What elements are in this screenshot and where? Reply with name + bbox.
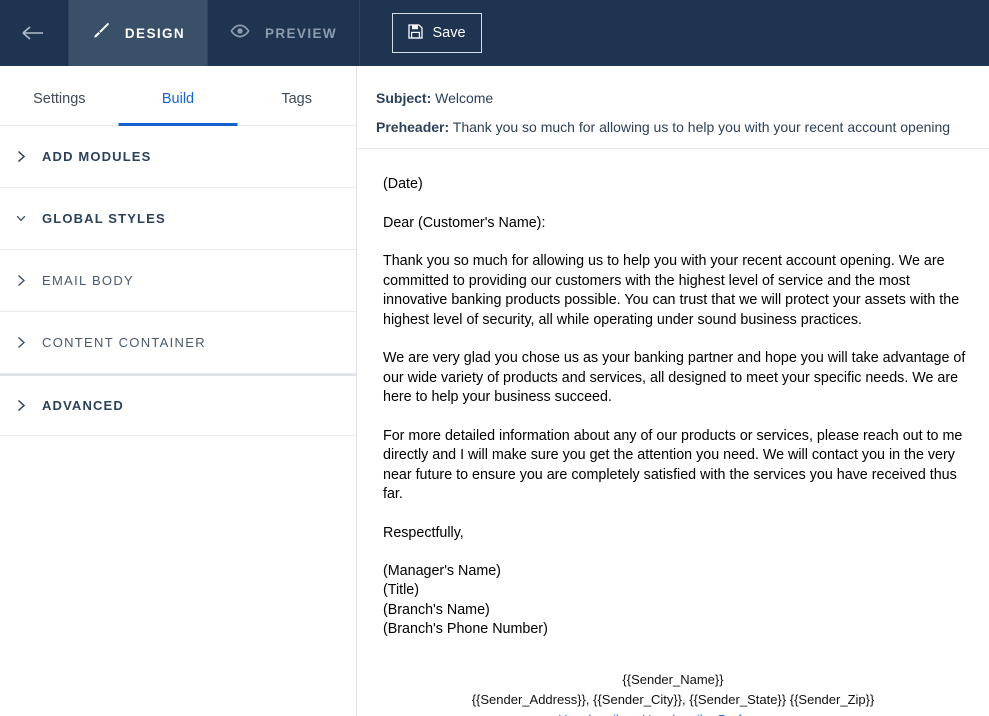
sidebar-tab-tags[interactable]: Tags	[237, 66, 356, 125]
email-paragraph-2: We are very glad you chose us as your ba…	[383, 350, 966, 405]
accordion-add-modules[interactable]: ADD MODULES	[0, 126, 356, 188]
paintbrush-icon	[91, 21, 110, 45]
email-meta: Subject: Welcome Preheader: Thank you so…	[357, 66, 989, 149]
signature-name: (Manager's Name)	[383, 563, 501, 579]
sidebar-tab-build[interactable]: Build	[119, 66, 238, 125]
email-date: (Date)	[383, 176, 423, 192]
sidebar-tab-bar: Settings Build Tags	[0, 66, 356, 126]
accordion-advanced[interactable]: ADVANCED	[0, 374, 356, 436]
builder-sidebar: Settings Build Tags ADD MODULES GLOBAL S…	[0, 66, 357, 716]
subject-label: Subject:	[376, 90, 432, 106]
chevron-right-icon	[16, 336, 26, 349]
accordion-global-styles[interactable]: GLOBAL STYLES	[0, 188, 356, 250]
design-mode-tab[interactable]: DESIGN	[68, 0, 208, 66]
email-paragraph-1: Thank you so much for allowing us to hel…	[383, 253, 960, 328]
email-salutation: Dear (Customer's Name):	[383, 214, 546, 231]
signature-title: (Title)	[383, 582, 420, 599]
design-mode-label: DESIGN	[124, 25, 186, 41]
preheader-label: Preheader:	[376, 119, 450, 135]
unsubscribe-preferences-link[interactable]: Unsubscribe Preferences	[642, 712, 788, 716]
preheader-value[interactable]: Thank you so much for allowing us to hel…	[453, 119, 950, 135]
email-closing: Respectfully,	[383, 524, 464, 541]
accordion-content-container-label: CONTENT CONTAINER	[42, 335, 206, 350]
sidebar-tab-settings[interactable]: Settings	[0, 66, 119, 125]
signature-phone: (Branch's Phone Number)	[383, 620, 548, 637]
app-header: DESIGN PREVIEW Save	[0, 0, 989, 66]
footer-sender-name: {{Sender_Name}}	[622, 672, 724, 688]
footer-sender-address: {{Sender_Address}}, {{Sender_City}}, {{S…	[471, 692, 875, 708]
subject-value[interactable]: Welcome	[435, 90, 493, 106]
email-paragraph-3: For more detailed information about any …	[383, 427, 963, 503]
footer-link-separator: -	[634, 712, 638, 716]
email-footer: {{Sender_Name}} {{Sender_Address}}, {{Se…	[383, 670, 977, 716]
eye-icon	[230, 24, 250, 43]
chevron-right-icon	[16, 399, 26, 412]
save-button-label: Save	[432, 25, 466, 41]
preheader-line: Preheader: Thank you so much for allowin…	[376, 119, 989, 135]
email-body-content[interactable]: (Date) Dear (Customer's Name): Thank you…	[357, 149, 989, 716]
chevron-down-icon	[16, 214, 26, 223]
accordion-global-styles-label: GLOBAL STYLES	[42, 211, 166, 226]
sidebar-tab-settings-label: Settings	[33, 90, 86, 107]
preview-mode-tab[interactable]: PREVIEW	[208, 0, 360, 66]
accordion-email-body-label: EMAIL BODY	[42, 273, 134, 288]
accordion-email-body[interactable]: EMAIL BODY	[0, 250, 356, 312]
signature-branch: (Branch's Name)	[383, 601, 490, 618]
subject-line: Subject: Welcome	[376, 90, 989, 106]
back-button[interactable]	[0, 0, 68, 66]
arrow-left-icon	[22, 25, 46, 41]
chevron-right-icon	[16, 150, 26, 163]
main-layout: Settings Build Tags ADD MODULES GLOBAL S…	[0, 66, 989, 716]
preview-mode-label: PREVIEW	[264, 25, 338, 41]
accordion-advanced-label: ADVANCED	[42, 398, 124, 413]
email-canvas: Subject: Welcome Preheader: Thank you so…	[357, 66, 989, 716]
accordion-content-container[interactable]: CONTENT CONTAINER	[0, 312, 356, 374]
save-button[interactable]: Save	[392, 13, 482, 53]
unsubscribe-link[interactable]: Unsubscribe	[558, 712, 630, 716]
floppy-disk-save-icon	[408, 23, 424, 43]
chevron-right-icon	[16, 274, 26, 287]
save-button-container: Save	[360, 0, 482, 66]
sidebar-tab-tags-label: Tags	[281, 90, 312, 107]
accordion-add-modules-label: ADD MODULES	[42, 149, 152, 164]
footer-links: Unsubscribe - Unsubscribe Preferences	[383, 710, 963, 716]
sidebar-tab-build-label: Build	[161, 90, 195, 107]
